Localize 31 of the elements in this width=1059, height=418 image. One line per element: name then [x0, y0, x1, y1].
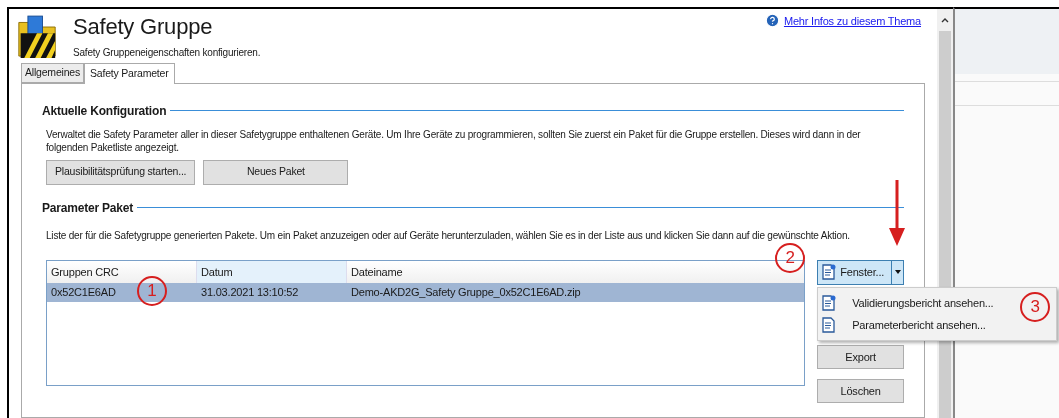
column-header[interactable]: Datum	[197, 260, 347, 283]
page-title: Safety Gruppe	[73, 13, 214, 41]
action-button[interactable]: Export	[817, 344, 904, 369]
menu-item[interactable]: Parameterbericht ansehen...	[818, 313, 990, 336]
split-button[interactable]: Fenster...	[817, 259, 904, 285]
section-description: Liste der für die Safetygruppe generierten Pakete. Um ein Paket anzuzeigen oder auf Geräte herunterzuladen, wählen Sie es in der Liste aus und klicken Sie dann auf die gewünschte Aktion.	[45, 228, 851, 242]
tab[interactable]: Allgemeines	[21, 63, 84, 83]
page-subtitle: Safety Gruppeneigenschaften konfigurieren.	[73, 46, 262, 60]
section-heading: Aktuelle Konfiguration	[42, 102, 167, 120]
menu-item[interactable]: Validierungsbericht ansehen...	[818, 291, 998, 314]
help-icon	[764, 13, 780, 28]
document-badge-icon	[822, 294, 837, 311]
document-badge-icon	[822, 264, 837, 281]
help-link[interactable]: Mehr Infos zu diesem Thema	[783, 13, 921, 30]
chevron-up-icon[interactable]	[941, 17, 949, 23]
table-cell-text: 31.03.2021 13:10:52	[201, 285, 299, 300]
table-cell-text: 0x52C1E6AD	[51, 285, 116, 300]
folder-hazard-icon	[17, 13, 57, 61]
action-button[interactable]: Plausibilitätsprüfung starten...	[46, 159, 196, 185]
section-heading: Parameter Paket	[42, 199, 134, 217]
action-button[interactable]: Löschen	[817, 378, 904, 403]
tab[interactable]: Safety Parameter	[84, 63, 175, 84]
document-icon	[822, 316, 837, 333]
table-cell-text: Demo-AKD2G_Safety Gruppe_0x52C1E6AD.zip	[351, 285, 581, 300]
section-description: Verwaltet die Safety Parameter aller in dieser Safetygruppe enthaltenen Geräte. Um Ihre Geräte zu programmieren, sollten Sie zuerst ein Paket für die Gruppe erstellen. Dieses wird dann in der folgenden Paketliste angezeigt.	[45, 127, 862, 154]
down-arrow	[889, 179, 906, 246]
split-button-label: Fenster...	[840, 265, 885, 280]
caret-icon[interactable]	[894, 270, 901, 275]
action-button[interactable]: Neues Paket	[203, 159, 349, 185]
callout-number: 1	[137, 275, 167, 306]
callout-number: 3	[1020, 291, 1051, 322]
